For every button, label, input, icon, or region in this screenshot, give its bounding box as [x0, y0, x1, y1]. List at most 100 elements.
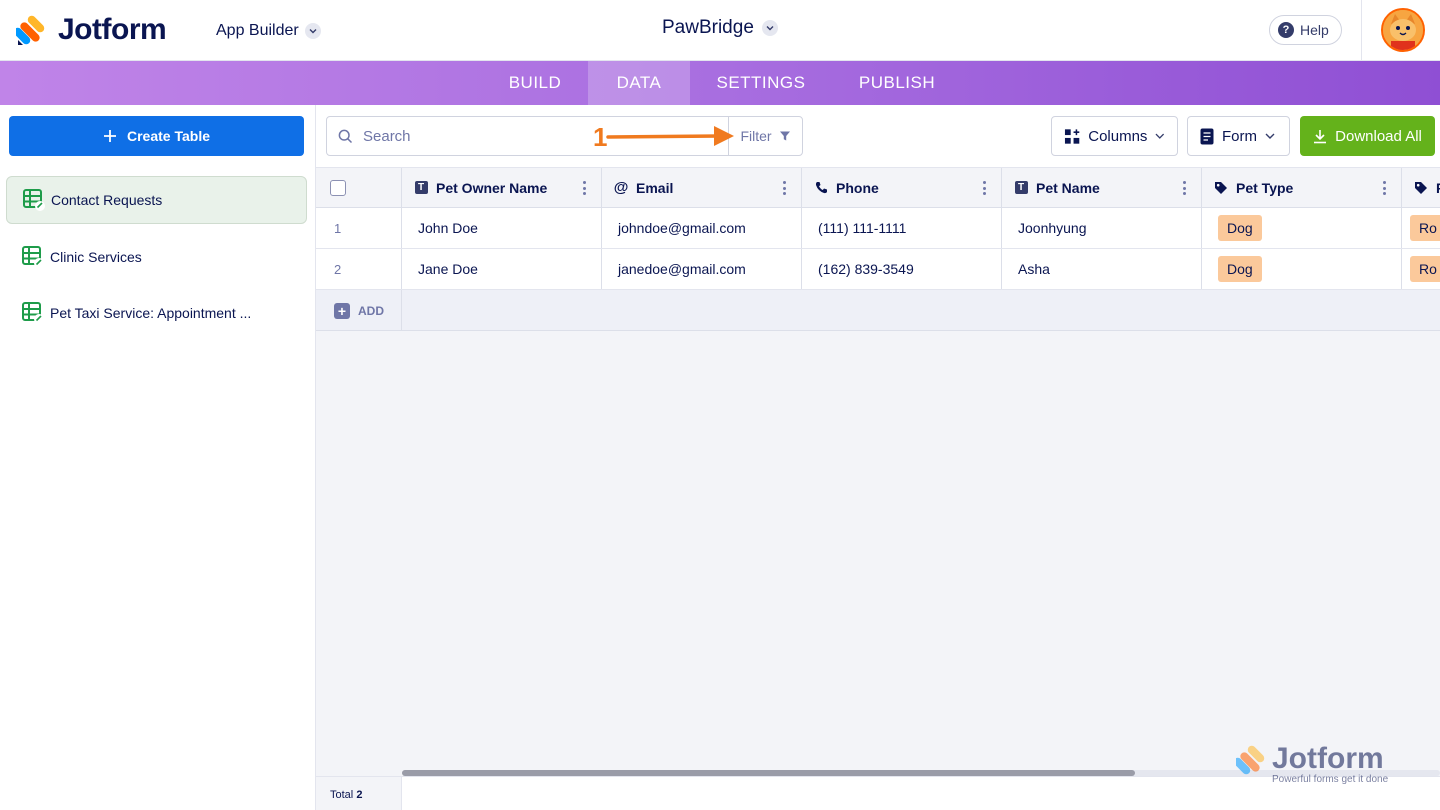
table-cell[interactable]: Ro — [1402, 249, 1440, 289]
row-number: 1 — [334, 220, 342, 236]
create-table-button[interactable]: Create Table — [9, 116, 304, 156]
sidebar-item-contact-requests[interactable]: Contact Requests — [6, 176, 307, 224]
sidebar-item-label: Contact Requests — [51, 192, 163, 208]
tab-data[interactable]: DATA — [588, 61, 690, 105]
funnel-icon — [779, 131, 790, 141]
sidebar-item-clinic-services[interactable]: Clinic Services — [6, 233, 307, 281]
chevron-down-icon — [761, 20, 778, 36]
column-label: Phone — [836, 179, 879, 196]
text-type-icon: T — [414, 181, 428, 195]
top-header: Jotform App Builder PawBridge ? Help — [0, 0, 1440, 61]
help-label: Help — [1300, 22, 1329, 38]
column-menu-icon[interactable] — [1183, 181, 1187, 195]
sidebar-item-pet-taxi[interactable]: Pet Taxi Service: Appointment ... — [6, 289, 307, 337]
add-row-bar: + ADD — [316, 290, 1440, 331]
column-header-phone[interactable]: Phone — [802, 168, 1002, 207]
total-value: 2 — [356, 789, 363, 801]
table-cell[interactable]: Dog — [1202, 249, 1402, 289]
column-menu-icon[interactable] — [783, 181, 787, 195]
select-all-checkbox[interactable] — [330, 179, 346, 196]
jotform-logo-icon — [13, 14, 48, 46]
jotform-logo[interactable]: Jotform — [13, 13, 167, 47]
table-header: T Pet Owner Name @ Email Phone T Pet Nam… — [316, 167, 1440, 208]
pet-type-tag: Dog — [1218, 256, 1262, 282]
table-cell[interactable]: Dog — [1202, 208, 1402, 248]
linked-table-icon — [22, 246, 44, 268]
filter-label: Filter — [740, 128, 772, 144]
cell-value: johndoe@gmail.com — [618, 220, 746, 236]
table-cell[interactable]: (111) 111-1111 — [802, 208, 1002, 248]
cell-value: Joonhyung — [1018, 220, 1087, 236]
form-document-icon — [1200, 128, 1214, 144]
table-cell[interactable]: Asha — [1002, 249, 1202, 289]
column-menu-icon[interactable] — [1383, 181, 1387, 195]
cell-value: Jane Doe — [418, 261, 478, 277]
app-title-dropdown[interactable]: PawBridge — [662, 17, 778, 39]
row-number-cell: 1 — [316, 208, 402, 248]
create-table-label: Create Table — [127, 128, 210, 144]
table-row[interactable]: 2 Jane Doe janedoe@gmail.com (162) 839-3… — [316, 249, 1440, 290]
column-menu-icon[interactable] — [983, 181, 987, 195]
add-row-cell: + ADD — [316, 290, 402, 330]
brand-name: Jotform — [58, 13, 167, 46]
table-cell[interactable]: John Doe — [402, 208, 602, 248]
cell-value: (111) 111-1111 — [818, 220, 907, 236]
sidebar-item-label: Clinic Services — [50, 249, 142, 265]
app-builder-dropdown[interactable]: App Builder — [216, 22, 321, 40]
column-header-pet-name[interactable]: T Pet Name — [1002, 168, 1202, 207]
table-cell[interactable]: janedoe@gmail.com — [602, 249, 802, 289]
chevron-down-icon — [1265, 133, 1275, 139]
search-icon — [327, 129, 363, 144]
sidebar-item-label: Pet Taxi Service: Appointment ... — [50, 305, 252, 321]
column-header-pet-type[interactable]: Pet Type — [1202, 168, 1402, 207]
table-cell[interactable]: johndoe@gmail.com — [602, 208, 802, 248]
form-label: Form — [1222, 127, 1257, 145]
annotation-step-number: 1 — [593, 122, 608, 152]
columns-button[interactable]: Columns — [1051, 116, 1178, 156]
cell-value: janedoe@gmail.com — [618, 261, 746, 277]
download-all-button[interactable]: Download All — [1300, 116, 1435, 156]
total-label: Total — [330, 789, 354, 801]
pet-type-tag: Dog — [1218, 215, 1262, 241]
add-row-label: ADD — [358, 304, 384, 318]
search-input[interactable] — [363, 127, 723, 145]
tables-sidebar: Create Table Contact Requests Clinic Ser… — [0, 105, 316, 810]
tag: Ro — [1410, 256, 1440, 282]
table-row[interactable]: 1 John Doe johndoe@gmail.com (111) 111-1… — [316, 208, 1440, 249]
help-button[interactable]: ? Help — [1269, 15, 1342, 45]
avatar[interactable] — [1381, 8, 1425, 52]
column-header-pet-owner-name[interactable]: T Pet Owner Name — [402, 168, 602, 207]
form-button[interactable]: Form — [1187, 116, 1290, 156]
tab-settings[interactable]: SETTINGS — [690, 61, 832, 105]
tag-icon — [1214, 181, 1228, 195]
tab-build[interactable]: BUILD — [482, 61, 588, 105]
table-footer: Total 2 — [316, 776, 1440, 810]
column-label: Email — [636, 179, 674, 196]
row-number-cell: 2 — [316, 249, 402, 289]
column-menu-icon[interactable] — [583, 181, 587, 195]
row-number: 2 — [334, 261, 342, 277]
column-header-email[interactable]: @ Email — [602, 168, 802, 207]
column-label: Pet Name — [1036, 179, 1100, 196]
download-icon — [1314, 129, 1327, 143]
total-count: Total 2 — [330, 789, 362, 801]
tab-publish[interactable]: PUBLISH — [832, 61, 962, 105]
total-cell: Total 2 — [316, 777, 402, 810]
linked-table-icon — [22, 302, 44, 324]
at-sign-icon: @ — [613, 179, 629, 196]
filter-button[interactable]: Filter — [728, 117, 802, 155]
table-cell[interactable]: Jane Doe — [402, 249, 602, 289]
cat-avatar-icon — [1383, 10, 1423, 50]
plus-icon — [104, 130, 116, 142]
table-cell[interactable]: Ro — [1402, 208, 1440, 248]
app-builder-label: App Builder — [216, 22, 299, 39]
table-cell[interactable]: Joonhyung — [1002, 208, 1202, 248]
add-row-button[interactable]: + ADD — [334, 303, 384, 319]
question-icon: ? — [1278, 22, 1294, 38]
column-header-next[interactable]: R — [1402, 168, 1440, 207]
data-toolbar: Filter Columns Form Download All — [316, 105, 1440, 167]
table-cell[interactable]: (162) 839-3549 — [802, 249, 1002, 289]
app-title: PawBridge — [662, 17, 754, 38]
plus-icon: + — [334, 303, 350, 319]
tag: Ro — [1410, 215, 1440, 241]
